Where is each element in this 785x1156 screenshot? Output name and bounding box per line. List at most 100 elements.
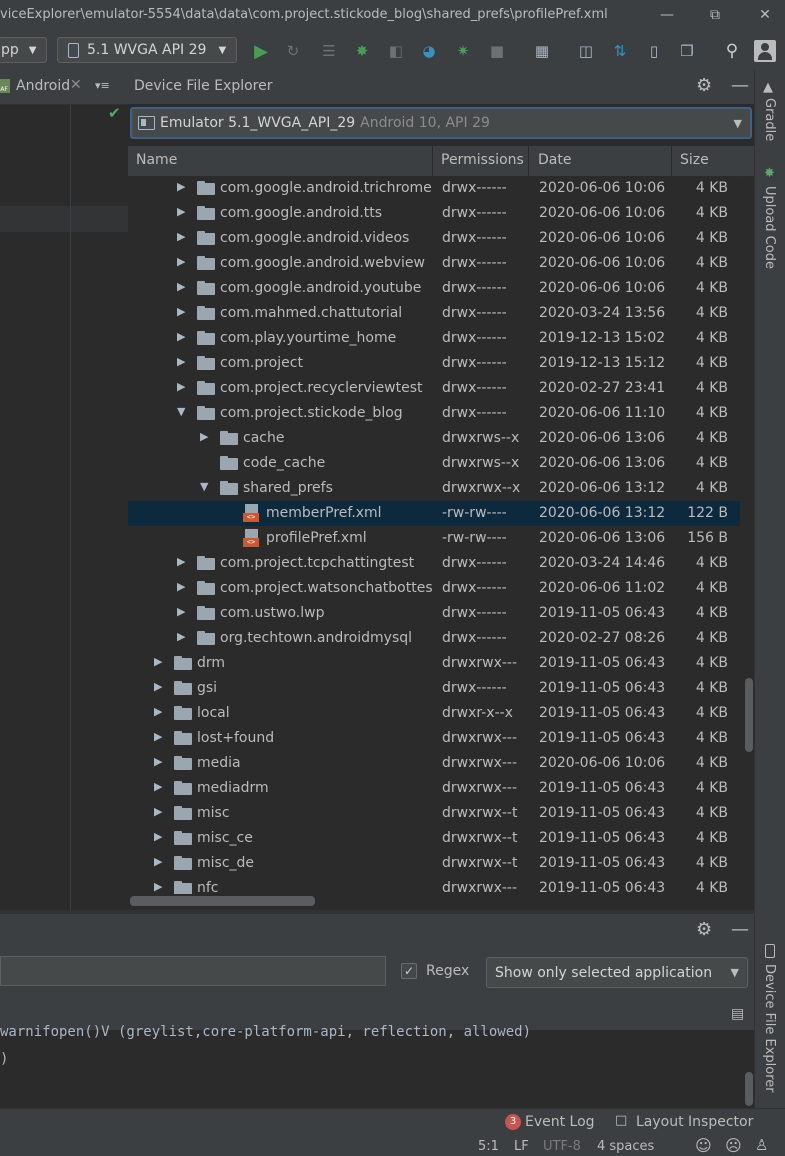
hide-panel-icon[interactable]: —	[731, 919, 749, 940]
app-filter-select[interactable]: Show only selected application ▼	[486, 957, 748, 988]
folder-row[interactable]: ▶ nfc drwxrwx--- 2019-11-05 06:43 4 KB	[128, 876, 740, 894]
search-icon[interactable]: ⚲	[721, 40, 743, 62]
folder-row[interactable]: ▶ com.project.watsonchatbottest drwx------…	[128, 576, 740, 601]
folder-row[interactable]: ▶ local drwxr-x--x 2019-11-05 06:43 4 KB	[128, 701, 740, 726]
restore-icon[interactable]: ⧉	[702, 3, 728, 27]
expand-arrow-icon[interactable]: ▼	[200, 480, 212, 494]
folder-row[interactable]: ▶ com.project.recyclerviewtest drwx------ 2…	[128, 376, 740, 401]
gear-icon[interactable]: ⚙	[696, 919, 712, 940]
attach-debugger-icon[interactable]: ◧	[385, 40, 407, 62]
device-selector[interactable]: 5.1 WVGA API 29 ▼	[57, 37, 237, 63]
collapse-arrow-icon[interactable]: ▶	[177, 180, 189, 194]
folder-row[interactable]: ▶ com.google.android.youtube drwx------ 202…	[128, 276, 740, 301]
collapse-arrow-icon[interactable]: ▶	[200, 430, 212, 444]
collapse-arrow-icon[interactable]: ▶	[177, 280, 189, 294]
column-header-permissions[interactable]: Permissions	[441, 152, 524, 168]
logcat-search-input[interactable]	[0, 956, 386, 986]
log-scrollbar-thumb[interactable]	[745, 1072, 753, 1106]
folder-row[interactable]: ▶ com.google.android.tts drwx------ 2020-06…	[128, 201, 740, 226]
gradle-tool-tab[interactable]: Gradle	[762, 98, 777, 141]
folder-row[interactable]: ▶ gsi drwx------ 2019-11-05 06:43 4 KB	[128, 676, 740, 701]
folder-row[interactable]: ▶ com.ustwo.lwp drwx------ 2019-11-05 06:43…	[128, 601, 740, 626]
sync-icon[interactable]: ✷	[452, 40, 474, 62]
folder-row[interactable]: ▶ misc drwxrwx--t 2019-11-05 06:43 4 KB	[128, 801, 740, 826]
folder-row[interactable]: ▶ com.mahmed.chattutorial drwx------ 2020-0…	[128, 301, 740, 326]
folder-row[interactable]: ▼ shared_prefs drwxrwx--x 2020-06-06 13:12 4…	[128, 476, 740, 501]
folder-row[interactable]: ▶ com.google.android.trichromelibra drwx--…	[128, 176, 740, 201]
collapse-arrow-icon[interactable]: ▶	[177, 355, 189, 369]
folder-row[interactable]: ▶ com.play.yourtime_home drwx------ 2019-12…	[128, 326, 740, 351]
collapse-arrow-icon[interactable]: ▶	[154, 680, 166, 694]
collapse-arrow-icon[interactable]: ▶	[154, 855, 166, 869]
tab-list-icon[interactable]: ▾≡	[95, 79, 110, 92]
device-dropdown[interactable]: Emulator 5.1_WVGA_API_29 Android 10, API…	[130, 107, 752, 139]
run-config-selector[interactable]: pp ▼	[0, 37, 47, 63]
device-manager-icon[interactable]: ▯	[643, 40, 665, 62]
column-header-size[interactable]: Size	[680, 152, 709, 168]
column-header-date[interactable]: Date	[538, 152, 571, 168]
folder-row[interactable]: ▶ lost+found drwxrwx--- 2019-11-05 06:43 4 K…	[128, 726, 740, 751]
expand-arrow-icon[interactable]: ▼	[177, 405, 189, 419]
file-row[interactable]: <> memberPref.xml -rw-rw---- 2020-06-06 13:…	[128, 501, 740, 526]
device-file-explorer-tool-tab[interactable]: Device File Explorer	[762, 964, 777, 1093]
layout-inspector-button[interactable]: Layout Inspector	[636, 1114, 753, 1130]
account-icon[interactable]	[754, 40, 776, 62]
collapse-arrow-icon[interactable]: ▶	[177, 330, 189, 344]
folder-row[interactable]: ▶ media drwxrwx--- 2020-06-06 10:06 4 KB	[128, 751, 740, 776]
project-structure-icon[interactable]: ▦	[531, 40, 553, 62]
collapse-arrow-icon[interactable]: ▶	[154, 705, 166, 719]
package-icon[interactable]: ❒	[676, 40, 698, 62]
horizontal-scrollbar-thumb[interactable]	[130, 896, 315, 906]
folder-row[interactable]: ▶ com.project drwx------ 2019-12-13 15:12 4 …	[128, 351, 740, 376]
collapse-arrow-icon[interactable]: ▶	[154, 755, 166, 769]
collapse-arrow-icon[interactable]: ▶	[154, 830, 166, 844]
minimize-icon[interactable]: —	[654, 3, 680, 27]
caret-position[interactable]: 5:1	[478, 1139, 499, 1154]
close-icon[interactable]: ✕	[752, 3, 778, 27]
gear-icon[interactable]: ⚙	[696, 75, 712, 96]
apply-changes-icon[interactable]: ↻	[282, 40, 304, 62]
hide-panel-icon[interactable]: —	[731, 75, 749, 96]
collapse-arrow-icon[interactable]: ▶	[177, 230, 189, 244]
collapse-arrow-icon[interactable]: ▶	[154, 730, 166, 744]
stop-icon[interactable]: ■	[486, 40, 508, 62]
collapse-arrow-icon[interactable]: ▶	[177, 580, 189, 594]
collapse-arrow-icon[interactable]: ▶	[154, 780, 166, 794]
file-row[interactable]: <> profilePref.xml -rw-rw---- 2020-06-06 13…	[128, 526, 740, 551]
collapse-arrow-icon[interactable]: ▶	[177, 605, 189, 619]
folder-row[interactable]: ▶ misc_ce drwxrwx--t 2019-11-05 06:43 4 KB	[128, 826, 740, 851]
run-icon[interactable]: ▶	[250, 40, 272, 62]
collapse-arrow-icon[interactable]: ▶	[154, 655, 166, 669]
avd-manager-icon[interactable]: ◫	[575, 40, 597, 62]
happy-face-icon[interactable]: ☺	[695, 1136, 712, 1155]
project-tab-label[interactable]: Android	[16, 78, 70, 94]
line-separator[interactable]: LF	[514, 1139, 529, 1154]
folder-row[interactable]: ▶ mediadrm drwxrwx--- 2019-11-05 06:43 4 KB	[128, 776, 740, 801]
folder-row[interactable]: ▼ com.project.stickode_blog drwx------ 2020…	[128, 401, 740, 426]
vertical-scrollbar-thumb[interactable]	[745, 678, 753, 752]
collapse-arrow-icon[interactable]: ▶	[154, 880, 166, 894]
folder-row[interactable]: ▶ drm drwxrwx--- 2019-11-05 06:43 4 KB	[128, 651, 740, 676]
folder-row[interactable]: ▶ com.google.android.webview drwx------ 202…	[128, 251, 740, 276]
regex-checkbox[interactable]: ✓	[401, 963, 417, 979]
collapse-arrow-icon[interactable]: ▶	[177, 255, 189, 269]
indent-setting[interactable]: 4 spaces	[597, 1139, 654, 1154]
column-header-name[interactable]: Name	[136, 152, 177, 168]
folder-row[interactable]: ▶ org.techtown.androidmysql drwx------ 2020…	[128, 626, 740, 651]
folder-row[interactable]: code_cache drwxrws--x 2020-06-06 13:06 4 KB	[128, 451, 740, 476]
vertical-scrollbar[interactable]	[742, 176, 754, 894]
event-log-button[interactable]: Event Log	[525, 1114, 595, 1130]
folder-row[interactable]: ▶ com.google.android.videos drwx------ 2020…	[128, 226, 740, 251]
debug-list-icon[interactable]: ☰	[318, 40, 340, 62]
inspector-person-icon[interactable]: ♙	[755, 1136, 768, 1154]
layout-icon[interactable]: ▤	[731, 1006, 744, 1022]
profiler-icon[interactable]: ◕	[418, 40, 440, 62]
collapse-arrow-icon[interactable]: ▶	[154, 805, 166, 819]
sdk-manager-icon[interactable]: ⇅	[609, 40, 631, 62]
close-tab-icon[interactable]: ✕	[70, 77, 82, 93]
collapse-arrow-icon[interactable]: ▶	[177, 205, 189, 219]
debug-icon[interactable]: ✸	[351, 40, 373, 62]
collapse-arrow-icon[interactable]: ▶	[177, 630, 189, 644]
collapse-arrow-icon[interactable]: ▶	[177, 555, 189, 569]
folder-row[interactable]: ▶ com.project.tcpchattingtest drwx------ 20…	[128, 551, 740, 576]
